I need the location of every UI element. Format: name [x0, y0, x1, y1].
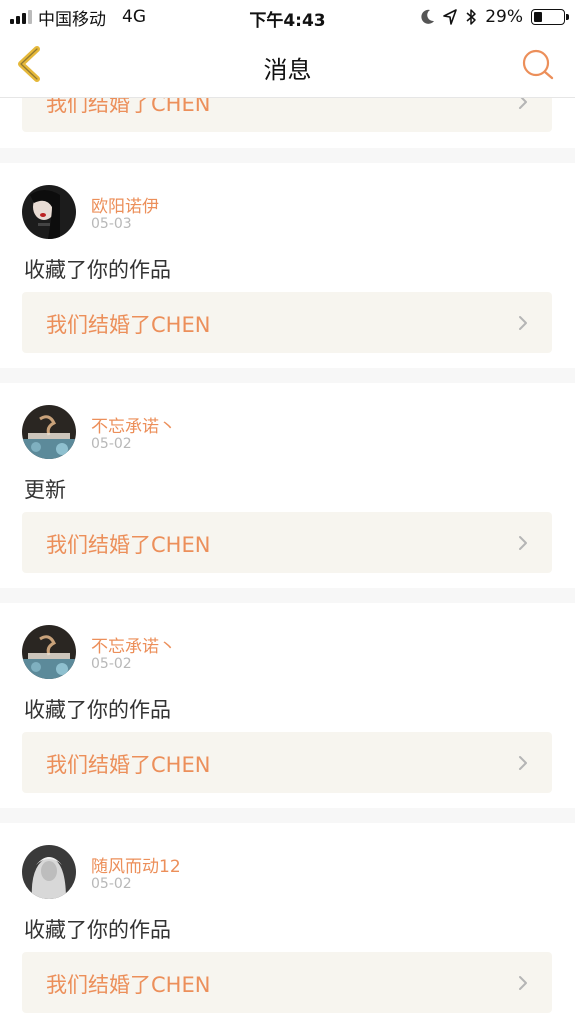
work-title: 我们结婚了CHEN — [46, 973, 211, 997]
battery-icon — [531, 9, 569, 25]
message-action: 收藏了你的作品 — [24, 698, 171, 722]
username[interactable]: 随风而动12 — [91, 852, 181, 877]
message-date: 05-02 — [91, 436, 132, 452]
chevron-right-icon — [519, 756, 527, 770]
avatar[interactable] — [22, 405, 76, 459]
work-link[interactable]: 我们结婚了CHEN — [22, 292, 552, 353]
status-bar: 中国移动 4G 下午4:43 29% — [0, 0, 575, 34]
chevron-right-icon — [519, 316, 527, 330]
message-date: 05-02 — [91, 656, 132, 672]
search-button[interactable] — [521, 48, 555, 82]
work-link[interactable]: 我们结婚了CHEN — [22, 512, 552, 573]
message-card: 不忘承诺丶 05-02 收藏了你的作品 我们结婚了CHEN — [0, 603, 575, 808]
message-feed[interactable]: 我们结婚了CHEN 欧阳诺伊 05-03 收藏了你的作品 我们结婚了CHEN 不… — [0, 98, 575, 1024]
message-action: 收藏了你的作品 — [24, 918, 171, 942]
message-card: 欧阳诺伊 05-03 收藏了你的作品 我们结婚了CHEN — [0, 163, 575, 368]
message-date: 05-02 — [91, 876, 132, 892]
chevron-right-icon — [519, 976, 527, 990]
work-title: 我们结婚了CHEN — [46, 98, 211, 116]
message-card: 随风而动12 05-02 收藏了你的作品 我们结婚了CHEN — [0, 823, 575, 1024]
battery-fill — [534, 12, 542, 22]
message-date: 05-03 — [91, 216, 132, 232]
location-icon — [443, 9, 458, 25]
status-right: 29% — [421, 6, 569, 28]
username[interactable]: 不忘承诺丶 — [91, 412, 176, 437]
username[interactable]: 欧阳诺伊 — [91, 192, 159, 217]
bluetooth-icon — [466, 9, 476, 25]
battery-percent: 29% — [485, 7, 523, 27]
message-card: 不忘承诺丶 05-02 更新 我们结婚了CHEN — [0, 383, 575, 588]
avatar[interactable] — [22, 845, 76, 899]
page-title: 消息 — [263, 56, 312, 84]
username[interactable]: 不忘承诺丶 — [91, 632, 176, 657]
nav-bar: 消息 — [0, 34, 575, 98]
work-title: 我们结婚了CHEN — [46, 753, 211, 777]
work-link[interactable]: 我们结婚了CHEN — [22, 732, 552, 793]
moon-icon — [421, 9, 435, 24]
search-icon — [522, 49, 554, 80]
message-action: 收藏了你的作品 — [24, 258, 171, 282]
chevron-right-icon — [519, 98, 527, 109]
avatar[interactable] — [22, 625, 76, 679]
avatar[interactable] — [22, 185, 76, 239]
message-action: 更新 — [24, 478, 66, 502]
work-title: 我们结婚了CHEN — [46, 533, 211, 557]
message-card-partial: 我们结婚了CHEN — [0, 98, 575, 148]
work-title: 我们结婚了CHEN — [46, 313, 211, 337]
work-link[interactable]: 我们结婚了CHEN — [22, 952, 552, 1013]
chevron-right-icon — [519, 536, 527, 550]
work-link[interactable]: 我们结婚了CHEN — [22, 98, 552, 132]
